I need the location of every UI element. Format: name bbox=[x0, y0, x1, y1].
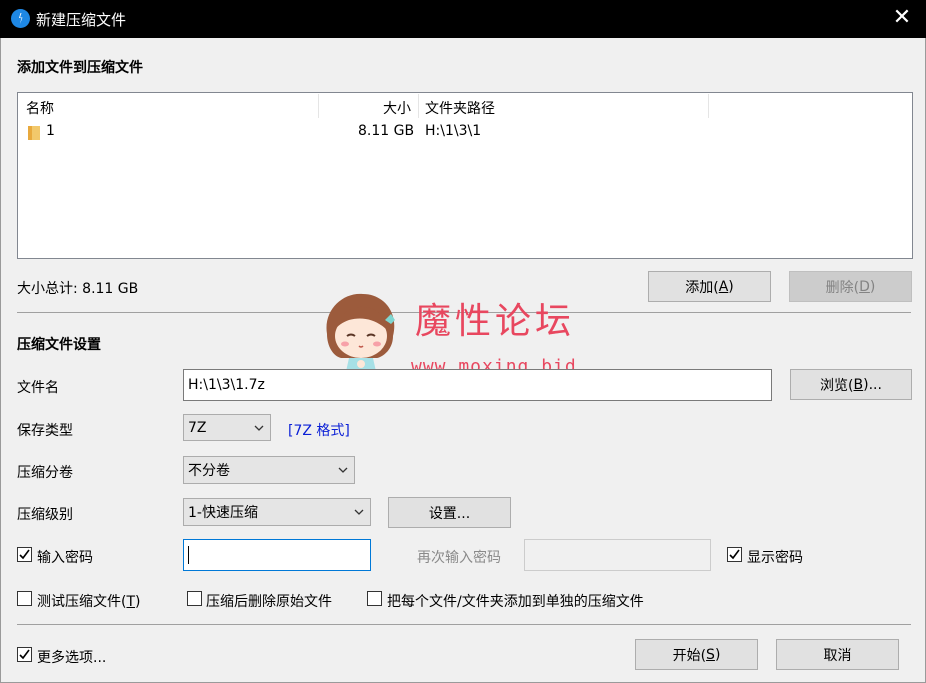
filename-field[interactable]: H:\1\3\1.7z bbox=[183, 369, 772, 401]
chevron-down-icon bbox=[354, 509, 364, 515]
table-row[interactable]: 1 8.11 GB H:\1\3\1 bbox=[18, 120, 912, 144]
delete-after-checkbox[interactable] bbox=[187, 591, 202, 606]
password-label[interactable]: 输入密码 bbox=[37, 547, 93, 567]
checkmark-icon bbox=[19, 549, 30, 560]
checkmark-icon bbox=[729, 549, 740, 560]
format-link[interactable]: [7Z 格式] bbox=[288, 420, 350, 440]
window-title: 新建压缩文件 bbox=[36, 11, 127, 29]
settings-heading: 压缩文件设置 bbox=[17, 337, 101, 353]
start-button[interactable]: 开始(S) bbox=[635, 639, 758, 670]
test-archive-label[interactable]: 测试压缩文件(T) bbox=[37, 591, 141, 611]
level-select[interactable]: 1-快速压缩 bbox=[183, 498, 371, 526]
save-type-label: 保存类型 bbox=[17, 423, 73, 439]
settings-button[interactable]: 设置... bbox=[388, 497, 511, 528]
divider bbox=[17, 624, 911, 625]
save-type-select[interactable]: 7Z bbox=[183, 414, 271, 441]
watermark-title: 魔性论坛 bbox=[415, 301, 576, 342]
folder-icon bbox=[28, 126, 40, 140]
separate-archives-checkbox[interactable] bbox=[367, 591, 382, 606]
column-divider[interactable] bbox=[708, 94, 709, 118]
text-caret bbox=[188, 546, 189, 564]
test-archive-checkbox[interactable] bbox=[17, 591, 32, 606]
watermark-logo: 魔性论坛 www.moxing.bid bbox=[319, 290, 601, 380]
chevron-down-icon bbox=[338, 467, 348, 473]
volume-label: 压缩分卷 bbox=[17, 465, 73, 481]
total-size-label: 大小总计: 8.11 GB bbox=[17, 281, 139, 297]
password-field[interactable] bbox=[183, 539, 371, 571]
separate-archives-label[interactable]: 把每个文件/文件夹添加到单独的压缩文件 bbox=[387, 591, 644, 611]
volume-select[interactable]: 不分卷 bbox=[183, 456, 355, 484]
column-header-path[interactable]: 文件夹路径 bbox=[425, 98, 495, 118]
chevron-down-icon bbox=[254, 425, 264, 431]
checkmark-icon bbox=[19, 649, 30, 660]
delete-after-label[interactable]: 压缩后删除原始文件 bbox=[206, 591, 332, 611]
row-path: H:\1\3\1 bbox=[425, 123, 482, 139]
level-label: 压缩级别 bbox=[17, 507, 73, 523]
file-list[interactable]: 名称 大小 文件夹路径 1 8.11 GB H:\1\3\1 bbox=[17, 92, 913, 259]
row-name: 1 bbox=[46, 123, 55, 139]
title-bar: 新建压缩文件 ✕ bbox=[0, 0, 926, 38]
show-password-label[interactable]: 显示密码 bbox=[747, 547, 803, 567]
browse-button[interactable]: 浏览(B)... bbox=[790, 369, 912, 400]
delete-button[interactable]: 删除(D) bbox=[789, 271, 912, 302]
password-confirm-label: 再次输入密码 bbox=[417, 550, 501, 566]
column-header-name[interactable]: 名称 bbox=[26, 98, 54, 118]
column-divider[interactable] bbox=[418, 94, 419, 118]
password-checkbox[interactable] bbox=[17, 547, 32, 562]
app-icon bbox=[11, 9, 30, 28]
dialog-body: 添加文件到压缩文件 名称 大小 文件夹路径 1 8.11 GB H:\1\3\1… bbox=[0, 38, 926, 683]
add-files-heading: 添加文件到压缩文件 bbox=[17, 60, 143, 76]
add-button[interactable]: 添加(A) bbox=[648, 271, 771, 302]
row-size: 8.11 GB bbox=[358, 123, 415, 139]
cancel-button[interactable]: 取消 bbox=[776, 639, 899, 670]
show-password-checkbox[interactable] bbox=[727, 547, 742, 562]
close-icon[interactable]: ✕ bbox=[890, 5, 914, 30]
column-divider[interactable] bbox=[318, 94, 319, 118]
filename-label: 文件名 bbox=[17, 380, 59, 396]
column-header-size[interactable]: 大小 bbox=[383, 98, 411, 118]
password-confirm-field[interactable] bbox=[524, 539, 711, 571]
more-options-label[interactable]: 更多选项... bbox=[37, 647, 106, 667]
more-options-checkbox[interactable] bbox=[17, 647, 32, 662]
